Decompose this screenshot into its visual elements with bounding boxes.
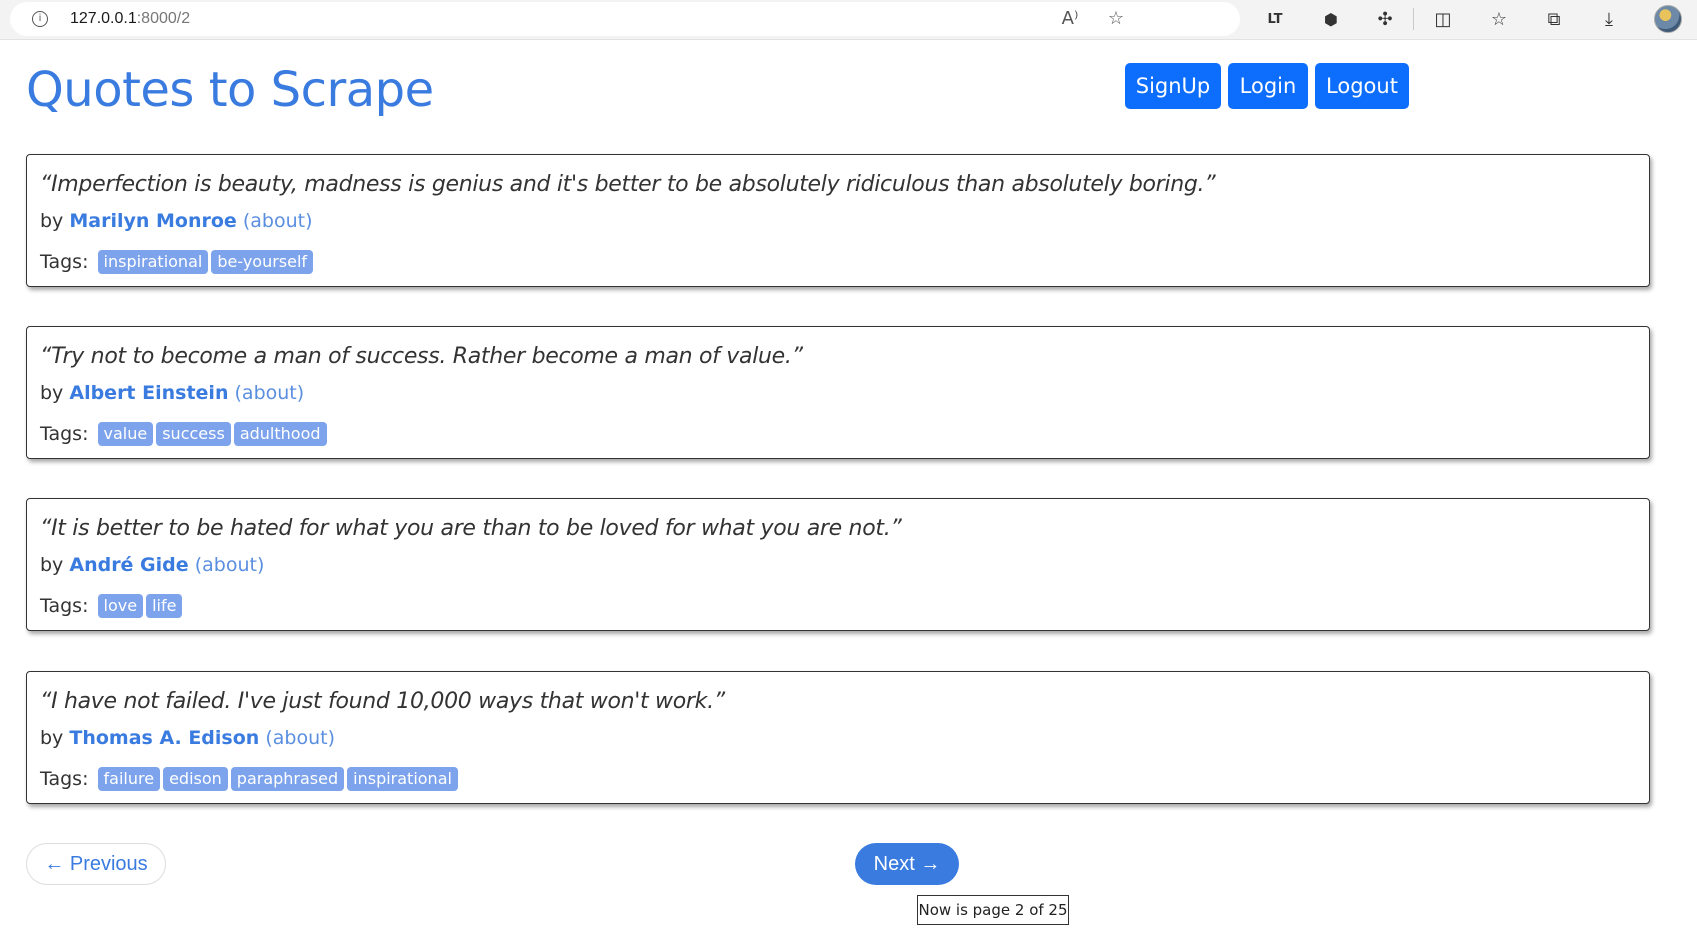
by-label: by xyxy=(40,554,64,576)
quote-text: “Imperfection is beauty, madness is geni… xyxy=(40,172,1216,197)
author-name: Thomas A. Edison xyxy=(69,727,260,749)
by-label: by xyxy=(40,210,64,232)
quote-byline: by Marilyn Monroe (about) xyxy=(40,210,313,232)
page-title[interactable]: Quotes to Scrape xyxy=(26,62,434,118)
about-link[interactable]: (about) xyxy=(235,382,305,404)
tags-label: Tags: xyxy=(40,251,89,273)
signup-button[interactable]: SignUp xyxy=(1125,63,1221,109)
about-link[interactable]: (about) xyxy=(195,554,265,576)
tag-link[interactable]: success xyxy=(156,422,231,446)
tag-link[interactable]: paraphrased xyxy=(230,767,345,791)
collections-icon[interactable]: ⧉ xyxy=(1541,7,1567,33)
tag-link[interactable]: life xyxy=(146,594,183,618)
tags-row: Tags: failure edison paraphrased inspiratio… xyxy=(40,767,458,791)
quote-byline: by André Gide (about) xyxy=(40,554,264,576)
tag-link[interactable]: love xyxy=(97,594,144,618)
by-label: by xyxy=(40,382,64,404)
quote-card: “I have not failed. I've just found 10,0… xyxy=(26,671,1650,804)
tags-label: Tags: xyxy=(40,595,89,617)
favorites-icon[interactable]: ☆ xyxy=(1486,7,1512,33)
tags-row: Tags: inspirational be-yourself xyxy=(40,250,314,274)
logout-button[interactable]: Logout xyxy=(1315,63,1409,109)
favorite-star-icon[interactable]: ☆ xyxy=(1104,8,1128,30)
profile-avatar[interactable] xyxy=(1654,5,1682,33)
toolbar-divider xyxy=(1413,8,1414,30)
by-label: by xyxy=(40,727,64,749)
page-tooltip: Now is page 2 of 25 xyxy=(917,895,1069,925)
address-bar[interactable]: i 127.0.0.1:8000/2 A⁾ ☆ xyxy=(10,2,1240,36)
tags-row: Tags: love life xyxy=(40,594,183,618)
about-link[interactable]: (about) xyxy=(265,727,335,749)
quote-byline: by Albert Einstein (about) xyxy=(40,382,304,404)
about-link[interactable]: (about) xyxy=(243,210,313,232)
url-host: 127.0.0.1 xyxy=(70,10,137,27)
extensions-icon[interactable]: ✣ xyxy=(1372,7,1398,33)
languagetool-icon[interactable]: LT xyxy=(1262,7,1288,33)
quote-card: “It is better to be hated for what you a… xyxy=(26,498,1650,631)
previous-page-button[interactable]: ← Previous xyxy=(26,843,166,885)
tags-label: Tags: xyxy=(40,768,89,790)
tags-row: Tags: value success adulthood xyxy=(40,422,327,446)
tag-link[interactable]: value xyxy=(97,422,154,446)
info-icon[interactable]: i xyxy=(32,11,48,27)
author-name: Albert Einstein xyxy=(69,382,229,404)
author-name: André Gide xyxy=(69,554,189,576)
quote-byline: by Thomas A. Edison (about) xyxy=(40,727,335,749)
read-aloud-icon[interactable]: A⁾ xyxy=(1058,8,1082,30)
tag-link[interactable]: be-yourself xyxy=(211,250,314,274)
tag-link[interactable]: adulthood xyxy=(233,422,327,446)
tags-label: Tags: xyxy=(40,423,89,445)
tag-link[interactable]: inspirational xyxy=(347,767,458,791)
address-url[interactable]: 127.0.0.1:8000/2 xyxy=(70,10,190,28)
quote-text: “I have not failed. I've just found 10,0… xyxy=(40,689,725,714)
tag-link[interactable]: inspirational xyxy=(97,250,209,274)
quote-text: “It is better to be hated for what you a… xyxy=(40,516,902,541)
downloads-icon[interactable]: ⤓ xyxy=(1596,7,1622,33)
next-page-button[interactable]: Next → xyxy=(855,843,959,885)
quote-card: “Imperfection is beauty, madness is geni… xyxy=(26,154,1650,287)
login-button[interactable]: Login xyxy=(1228,63,1308,109)
quote-card: “Try not to become a man of success. Rat… xyxy=(26,326,1650,459)
author-name: Marilyn Monroe xyxy=(69,210,237,232)
extension-shield-icon[interactable]: ⬢ xyxy=(1318,7,1344,33)
tag-link[interactable]: failure xyxy=(97,767,161,791)
url-path: :8000/2 xyxy=(136,10,191,27)
browser-toolbar: i 127.0.0.1:8000/2 A⁾ ☆ LT ⬢ ✣ ◫ ☆ ⧉ ⤓ xyxy=(0,0,1697,40)
tag-link[interactable]: edison xyxy=(163,767,228,791)
quote-text: “Try not to become a man of success. Rat… xyxy=(40,344,803,369)
split-screen-icon[interactable]: ◫ xyxy=(1430,7,1456,33)
